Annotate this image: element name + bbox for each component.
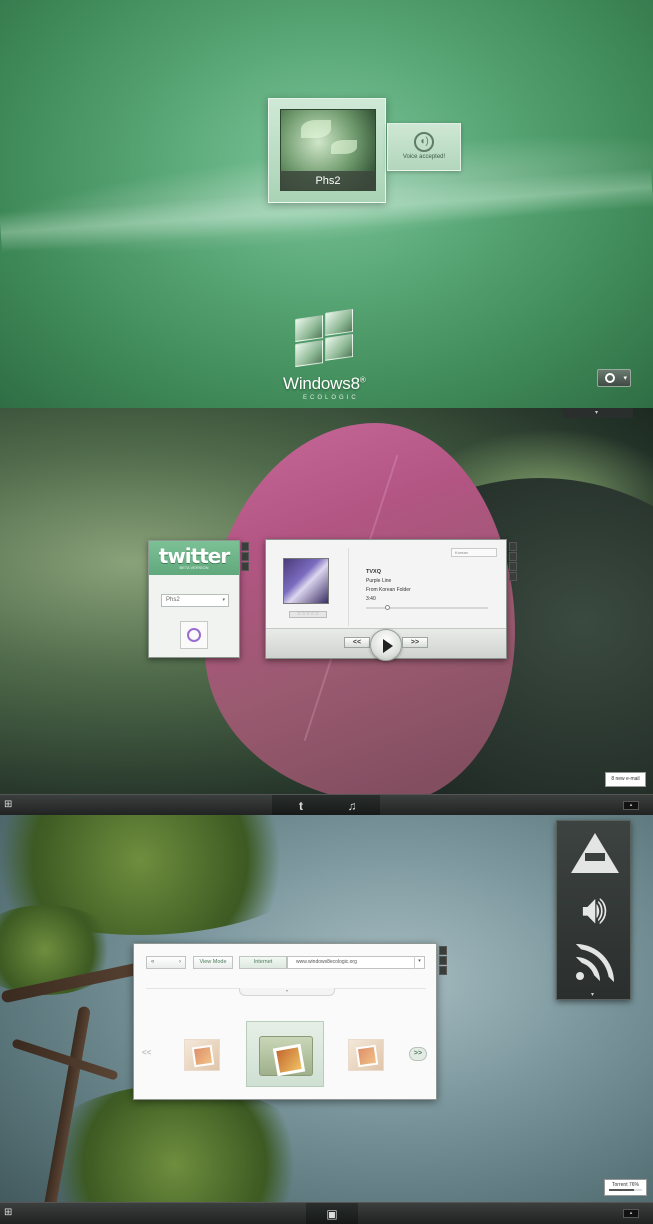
collapse-tab[interactable]: ▾ xyxy=(239,988,335,996)
power-button[interactable]: ▾ xyxy=(597,369,631,387)
twitter-account-value: Phs2 xyxy=(166,597,180,603)
side-tab[interactable] xyxy=(509,562,517,571)
start-button[interactable]: ⊞ xyxy=(4,1207,18,1221)
previous-page-button[interactable]: << xyxy=(142,1048,151,1057)
avatar-leaf xyxy=(301,120,331,138)
player-divider xyxy=(348,548,349,626)
a-logo-icon[interactable] xyxy=(557,829,632,875)
music-taskbar-icon[interactable]: ♫ xyxy=(340,798,364,814)
rating-stars[interactable]: ☆☆☆☆☆ xyxy=(289,611,327,618)
file-browser-widget: « › View Mode Internet www.windows8ecolo… xyxy=(133,943,437,1100)
track-folder: From Korean Folder xyxy=(366,587,411,593)
tray-button[interactable]: ▴ xyxy=(623,1209,639,1218)
play-button[interactable] xyxy=(370,629,402,661)
volume-icon[interactable]: 🔊︎ xyxy=(557,885,632,935)
twitter-widget: twitter BETA VERSION Phs2 ▾ xyxy=(148,540,240,658)
taskbar-center: ▣ xyxy=(306,1203,358,1224)
start-button[interactable]: ⊞ xyxy=(4,799,18,813)
next-button[interactable]: >> xyxy=(402,637,428,648)
folder-item[interactable] xyxy=(184,1039,220,1071)
side-tab[interactable] xyxy=(509,572,517,581)
photo-icon xyxy=(191,1044,215,1068)
voice-icon: ◖) xyxy=(414,132,434,152)
brand-title: Windows8® xyxy=(283,374,366,393)
taskbar-center: t ♫ xyxy=(272,795,380,817)
torrent-progress xyxy=(609,1189,642,1191)
side-tab[interactable] xyxy=(241,562,249,571)
torrent-progress-fill xyxy=(609,1189,635,1191)
side-tab[interactable] xyxy=(509,552,517,561)
file-browser-taskbar-icon[interactable]: ▣ xyxy=(320,1206,344,1222)
album-art xyxy=(283,558,329,604)
avatar-leaf xyxy=(331,140,357,154)
rss-icon[interactable] xyxy=(557,939,632,989)
side-dock: 🔊︎ ▾ xyxy=(556,820,631,1000)
side-tab[interactable] xyxy=(509,542,517,551)
torrent-notification[interactable]: Torrent 76% xyxy=(604,1179,647,1196)
twitter-taskbar-icon[interactable]: t xyxy=(289,798,313,814)
twitter-side-tabs xyxy=(241,542,249,572)
photo-icon xyxy=(355,1044,379,1068)
side-tab[interactable] xyxy=(439,946,447,955)
address-value: www.windows8ecologic.org xyxy=(296,959,357,965)
internet-button[interactable]: Internet xyxy=(239,956,287,969)
background-branch xyxy=(11,1038,119,1081)
chevron-right-icon: › xyxy=(179,959,181,965)
side-tab[interactable] xyxy=(241,552,249,561)
voice-status-text: Voice accepted! xyxy=(402,154,446,160)
taskbar: ⊞ t ♫ ▴ xyxy=(0,794,653,817)
desktop-bonsai: 🔊︎ ▾ « › View Mode Internet www.windows8… xyxy=(0,815,653,1224)
brand-subtitle: ECOLOGIC xyxy=(303,395,359,401)
source-select[interactable]: Korean xyxy=(451,548,497,557)
browser-side-tabs xyxy=(439,946,447,976)
chevron-down-icon: ▾ xyxy=(222,597,225,603)
desktop-lotus: ▾ twitter BETA VERSION Phs2 ▾ ☆☆☆☆☆ Kore… xyxy=(0,408,653,794)
twitter-status-button[interactable] xyxy=(180,621,208,649)
user-name: Phs2 xyxy=(280,171,376,191)
chevron-down-icon: ▾ xyxy=(595,410,599,416)
player-controls: << >> xyxy=(266,628,506,661)
source-value: Korean xyxy=(455,550,468,555)
chevron-down-icon[interactable]: ▾ xyxy=(414,956,424,969)
history-value: « xyxy=(151,959,155,965)
track-time: 3:40 xyxy=(366,596,376,602)
player-side-tabs xyxy=(509,542,517,582)
next-page-button[interactable]: >> xyxy=(409,1047,427,1061)
folder-item[interactable] xyxy=(348,1039,384,1071)
login-screen: Phs2 ◖) Voice accepted! Windows8® ECOLOG… xyxy=(0,0,653,408)
torrent-text: Torrent 76% xyxy=(612,1182,639,1188)
track-title: Purple Line xyxy=(366,578,392,584)
play-icon xyxy=(383,639,393,653)
music-player-widget: ☆☆☆☆☆ Korean TVXQ Purple Line From Korea… xyxy=(265,539,507,661)
view-mode-button[interactable]: View Mode xyxy=(193,956,233,969)
side-tab[interactable] xyxy=(439,966,447,975)
email-notification[interactable]: 8 new e-mail xyxy=(605,772,646,787)
status-ring-icon xyxy=(187,628,201,642)
folder-item-selected[interactable] xyxy=(246,1021,324,1087)
chevron-down-icon[interactable]: ▾ xyxy=(591,991,594,998)
voice-status-tile: ◖) Voice accepted! xyxy=(387,123,461,171)
previous-button[interactable]: << xyxy=(344,637,370,648)
seek-bar[interactable] xyxy=(366,605,488,610)
twitter-header: twitter BETA VERSION xyxy=(149,541,239,575)
top-drop-tab[interactable]: ▾ xyxy=(563,408,633,418)
user-tile[interactable]: Phs2 xyxy=(268,98,386,203)
chevron-down-icon[interactable]: ▾ xyxy=(623,374,627,382)
side-tab[interactable] xyxy=(439,956,447,965)
tray-button[interactable]: ▴ xyxy=(623,801,639,810)
seek-knob[interactable] xyxy=(384,605,390,610)
power-icon xyxy=(605,373,615,383)
history-dropdown[interactable]: « › xyxy=(146,956,186,969)
windows-logo-icon xyxy=(293,308,355,370)
track-info: TVXQ Purple Line From Korean Folder 3:40 xyxy=(366,568,411,604)
taskbar: ⊞ ▣ ▴ xyxy=(0,1202,653,1224)
address-input[interactable]: www.windows8ecologic.org ▾ xyxy=(287,956,425,969)
twitter-account-select[interactable]: Phs2 ▾ xyxy=(161,594,229,607)
track-artist: TVXQ xyxy=(366,569,381,575)
photo-icon xyxy=(272,1043,306,1077)
side-tab[interactable] xyxy=(241,542,249,551)
